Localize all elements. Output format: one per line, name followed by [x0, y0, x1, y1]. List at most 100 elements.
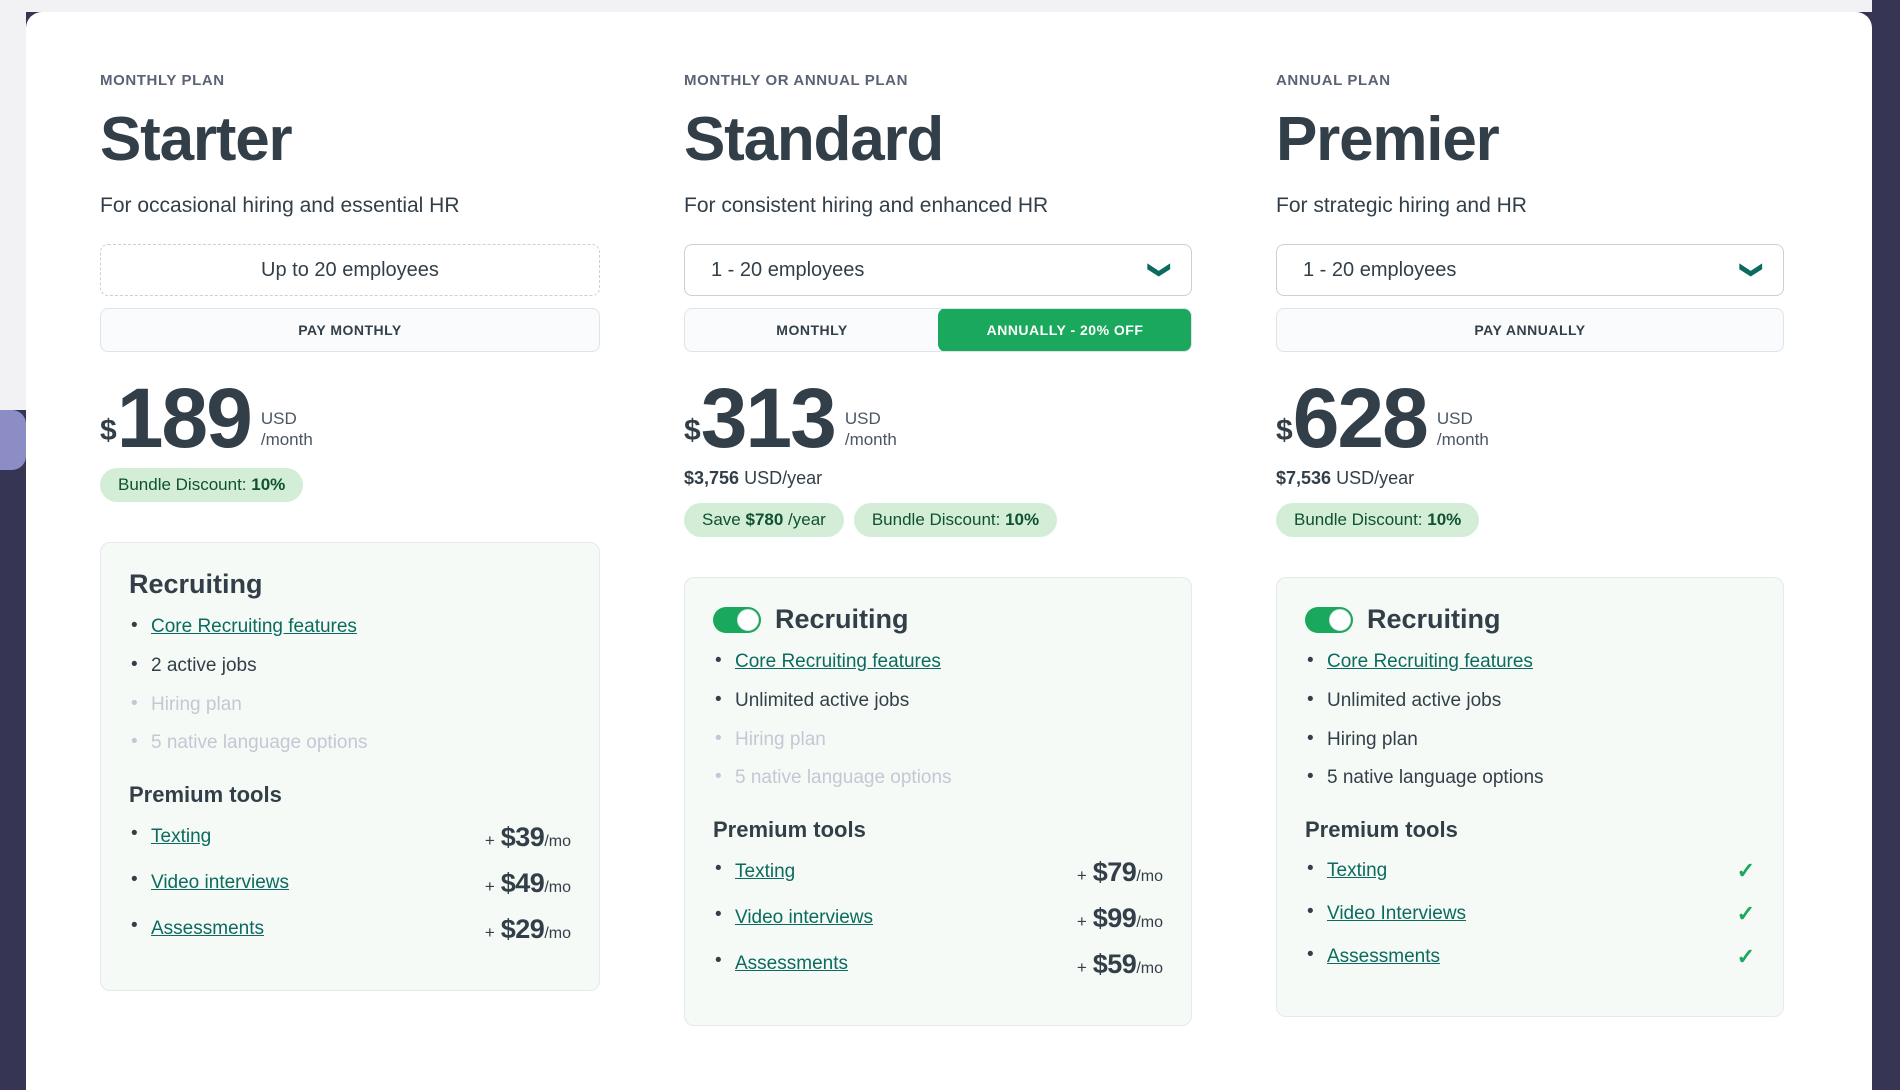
- premium-tool-item: Texting +$79/mo: [713, 857, 1163, 888]
- price-plus-sign: +: [485, 831, 495, 851]
- price-currency-symbol: $: [1276, 414, 1293, 448]
- billing-option-pay-annually[interactable]: PAY ANNUALLY: [1277, 309, 1783, 351]
- premium-tool-price: +$49/mo: [485, 868, 571, 899]
- badge-row: Bundle Discount: 10%: [1276, 503, 1784, 537]
- premium-tool-link[interactable]: Assessments: [1327, 946, 1440, 968]
- billing-option-pay-monthly[interactable]: PAY MONTHLY: [101, 309, 599, 351]
- feature-list-item: Core Recruiting features: [713, 649, 1163, 675]
- price-plus-sign: +: [1077, 866, 1087, 886]
- feature-label: Unlimited active jobs: [1327, 690, 1501, 711]
- billing-toggle-group: PAY ANNUALLY: [1276, 308, 1784, 352]
- annual-total-amount: $3,756: [684, 468, 739, 488]
- billing-option-monthly[interactable]: MONTHLY: [685, 309, 939, 351]
- plans-container: MONTHLY PLANStarterFor occasional hiring…: [26, 12, 1872, 1026]
- price-currency-symbol: $: [684, 414, 701, 448]
- billing-option-annually-20-off[interactable]: ANNUALLY - 20% OFF: [938, 308, 1192, 352]
- feature-link[interactable]: Core Recruiting features: [1327, 651, 1533, 672]
- employee-count-dropdown[interactable]: 1 - 20 employees❯: [684, 244, 1192, 296]
- plan-subtitle: For consistent hiring and enhanced HR: [684, 194, 1192, 218]
- recruiting-toggle[interactable]: [713, 607, 761, 633]
- toggle-knob: [1329, 609, 1351, 631]
- feature-list: Core Recruiting features 2 active jobs Hir…: [129, 614, 571, 756]
- sidebar-upper-area: [0, 0, 26, 410]
- employee-count-dropdown[interactable]: 1 - 20 employees ❯: [1276, 244, 1784, 296]
- premium-tool-link[interactable]: Video interviews: [151, 872, 289, 894]
- plan-eyebrow: MONTHLY PLAN: [100, 72, 600, 89]
- feature-list: Core Recruiting features Unlimited active…: [713, 649, 1163, 791]
- price-plus-sign: +: [1077, 958, 1087, 978]
- premium-tool-amount: $29: [501, 914, 545, 945]
- badge-text: Bundle Discount:: [118, 475, 251, 494]
- premium-tool-link[interactable]: Assessments: [735, 953, 848, 975]
- price-line: $313USD/month: [684, 382, 1192, 454]
- feature-label: 2 active jobs: [151, 655, 257, 676]
- premium-tool-item: Texting+$39/mo: [129, 822, 571, 853]
- premium-tool-link[interactable]: Assessments: [151, 918, 264, 940]
- premium-tool-link[interactable]: Texting: [151, 826, 211, 848]
- plan-title: Premier: [1276, 107, 1784, 172]
- premium-tool-link[interactable]: Video Interviews: [1327, 903, 1466, 925]
- price-line: $628USD/month: [1276, 382, 1784, 454]
- feature-list-item: Hiring plan: [129, 692, 571, 718]
- price-plus-sign: +: [485, 877, 495, 897]
- feature-card: Recruiting Core Recruiting features Unlimi…: [1276, 577, 1784, 1017]
- price-unit-period: /month: [1437, 429, 1489, 450]
- chevron-down-icon: ❯: [1741, 261, 1763, 279]
- premium-tool-amount: $99: [1093, 903, 1137, 934]
- price-plus-sign: +: [1077, 912, 1087, 932]
- premium-tool-item: Video Interviews ✓: [1305, 900, 1755, 928]
- check-icon: ✓: [1737, 946, 1755, 968]
- feature-card: Recruiting Core Recruiting features Unlimi…: [684, 577, 1192, 1026]
- premium-tools-list: Texting +$79/mo Video interviews + $99/mo Ass…: [713, 857, 1163, 980]
- premium-tool-link[interactable]: Texting: [735, 861, 795, 883]
- price-amount: 189: [117, 382, 251, 454]
- check-icon: ✓: [1737, 903, 1755, 925]
- badge-value: 10%: [1005, 510, 1039, 529]
- price-unit-currency: USD: [845, 408, 897, 429]
- feature-link[interactable]: Core Recruiting features: [151, 616, 357, 637]
- feature-list-item: 5 native language options: [129, 730, 571, 756]
- feature-list-item: Hiring plan: [1305, 727, 1755, 753]
- employee-count-label: Up to 20 employees: [100, 244, 600, 296]
- feature-list-item: Core Recruiting features: [1305, 649, 1755, 675]
- premium-tool-price: +$99/mo: [1077, 903, 1163, 934]
- employee-count-value: 1 - 20 employees: [1303, 259, 1456, 282]
- premium-tool-item: Assessments ✓: [1305, 943, 1755, 971]
- premium-tool-item: Video interviews+$99/mo: [713, 903, 1163, 934]
- feature-card-title: Recruiting: [775, 604, 909, 635]
- premium-tool-period: /mo: [544, 879, 571, 897]
- badge-suffix: /year: [783, 510, 826, 529]
- premium-tool-price: +$79/mo: [1077, 857, 1163, 888]
- price-currency-symbol: $: [100, 414, 117, 448]
- feature-label: 5 native language options: [1327, 767, 1544, 788]
- premium-tool-item: Texting✓: [1305, 857, 1755, 885]
- premium-tool-amount: $39: [501, 822, 545, 853]
- premium-tool-period: /mo: [544, 925, 571, 943]
- premium-tool-link[interactable]: Texting: [1327, 860, 1387, 882]
- recruiting-toggle[interactable]: [1305, 607, 1353, 633]
- feature-list-item: 5 native language options: [1305, 765, 1755, 791]
- premium-tools-title: Premium tools: [713, 817, 1163, 843]
- premium-tool-amount: $59: [1093, 949, 1137, 980]
- plan-subtitle: For occasional hiring and essential HR: [100, 194, 600, 218]
- price-line: $189USD/month: [100, 382, 600, 454]
- premium-tools-title: Premium tools: [129, 782, 571, 808]
- price-unit-currency: USD: [261, 408, 313, 429]
- premium-tools-list: Texting + $39/mo Video interviews +$49/mo Ass…: [129, 822, 571, 945]
- plan-title: Standard: [684, 107, 1192, 172]
- feature-card-title: Recruiting: [1367, 604, 1501, 635]
- price-unit-period: /month: [845, 429, 897, 450]
- premium-tool-period: /mo: [1136, 868, 1163, 886]
- employee-count-value: Up to 20 employees: [261, 259, 439, 282]
- premium-tool-price: +$59/mo: [1077, 949, 1163, 980]
- discount-badge: Save $780 /year: [684, 503, 844, 537]
- price-unit: USD/month: [845, 408, 897, 451]
- premium-tool-link[interactable]: Video interviews: [735, 907, 873, 929]
- premium-tools-title: Premium tools: [1305, 817, 1755, 843]
- badge-row: Bundle Discount: 10%: [100, 468, 600, 502]
- feature-label: 5 native language options: [735, 767, 952, 788]
- feature-link[interactable]: Core Recruiting features: [735, 651, 941, 672]
- sidebar-active-indicator[interactable]: [0, 410, 26, 470]
- feature-list-item: Unlimited active jobs: [713, 688, 1163, 714]
- plan-column-premier: ANNUAL PLANPremierFor strategic hiring a…: [1210, 72, 1802, 1026]
